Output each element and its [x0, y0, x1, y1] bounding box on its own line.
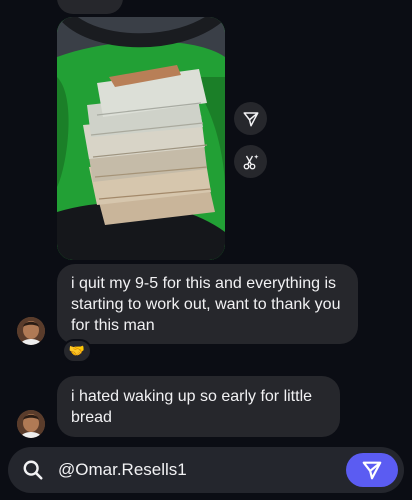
- message-text: i quit my 9-5 for this and everything is…: [71, 274, 341, 334]
- search-icon[interactable]: [22, 459, 44, 486]
- message-bubble[interactable]: i hated waking up so early for little br…: [57, 376, 340, 437]
- avatar[interactable]: [17, 317, 45, 345]
- paper-plane-icon: [243, 111, 258, 126]
- message-text: i hated waking up so early for little br…: [71, 387, 313, 426]
- forward-button[interactable]: [234, 102, 267, 135]
- scissors-sparkle-icon: [243, 154, 258, 169]
- previous-message-bubble[interactable]: [57, 0, 123, 14]
- photo-message[interactable]: [57, 17, 225, 260]
- message-composer: [8, 447, 404, 493]
- reaction-badge[interactable]: 🤝: [62, 339, 92, 363]
- message-input[interactable]: [58, 458, 338, 482]
- avatar-image: [17, 317, 45, 345]
- send-icon: [362, 461, 382, 480]
- send-button[interactable]: [346, 453, 398, 487]
- cash-photo: [57, 17, 225, 260]
- avatar-image: [17, 410, 45, 438]
- ai-edit-button[interactable]: [234, 145, 267, 178]
- avatar[interactable]: [17, 410, 45, 438]
- chat-thread: i quit my 9-5 for this and everything is…: [0, 0, 412, 500]
- handshake-emoji: 🤝: [68, 343, 86, 358]
- message-bubble[interactable]: i quit my 9-5 for this and everything is…: [57, 264, 358, 344]
